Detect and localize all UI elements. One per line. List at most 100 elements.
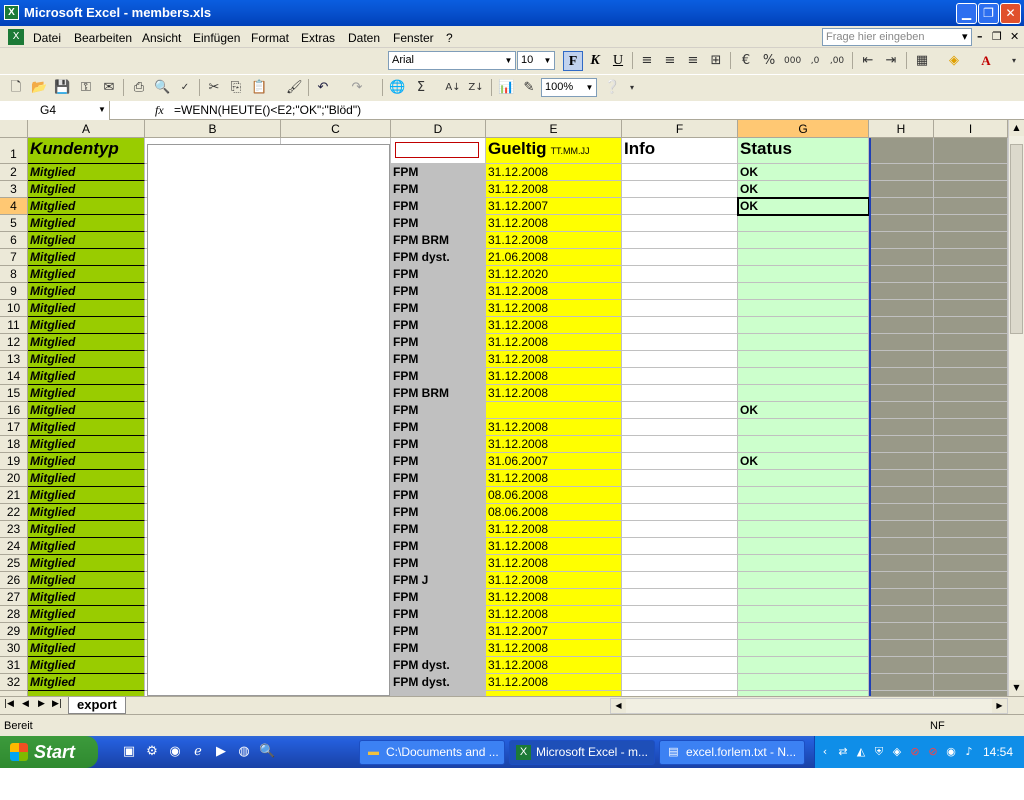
cell-mitgliedsart[interactable]: FPM dyst.	[391, 657, 486, 674]
cell-status[interactable]: OK	[738, 453, 869, 470]
cell-kundentyp[interactable]: Mitglied	[28, 181, 145, 198]
cell-mitgliedsart[interactable]: FPM	[391, 623, 486, 640]
row-header[interactable]: 4	[0, 198, 28, 215]
redo-icon[interactable]: ↷	[349, 80, 365, 96]
row-header[interactable]: 10	[0, 300, 28, 317]
format-painter-icon[interactable]: 🖌	[286, 80, 303, 96]
row-header[interactable]: 6	[0, 232, 28, 249]
cell-status[interactable]	[738, 572, 869, 589]
horizontal-scrollbar[interactable]: ◀ ▶	[610, 698, 1008, 714]
cell-i[interactable]	[934, 657, 1008, 674]
tray-alert-icon[interactable]: ⊘	[925, 744, 941, 760]
cell-mitgliedsart[interactable]: FPM	[391, 436, 486, 453]
cell-gueltig[interactable]: 31.12.2008	[486, 589, 622, 606]
cell-kundentyp[interactable]: Mitglied	[28, 402, 145, 419]
header-info[interactable]: Info	[622, 138, 738, 164]
header-gueltig[interactable]: Gueltig TT.MM.JJ	[486, 138, 622, 164]
row-header[interactable]: 23	[0, 521, 28, 538]
cell-kundentyp[interactable]: Mitglied	[28, 198, 145, 215]
cell-info[interactable]	[622, 317, 738, 334]
quicklaunch-picture-icon[interactable]: ▣	[121, 744, 137, 760]
row-header[interactable]: 31	[0, 657, 28, 674]
autosum-icon[interactable]: Σ	[413, 80, 429, 96]
cell-gueltig[interactable]: 08.06.2008	[486, 504, 622, 521]
cell-h[interactable]	[869, 249, 934, 266]
email-icon[interactable]: ✉	[101, 80, 117, 96]
cell-mitgliedsart[interactable]: FPM dyst.	[391, 674, 486, 691]
cell-info[interactable]	[622, 453, 738, 470]
row-header[interactable]: 2	[0, 164, 28, 181]
cell-status[interactable]	[738, 385, 869, 402]
cell-gueltig[interactable]: 31.12.2008	[486, 436, 622, 453]
underline-button[interactable]: U	[608, 51, 628, 71]
fill-color-icon[interactable]: ◈	[946, 53, 962, 69]
align-center-icon[interactable]: ≡	[662, 53, 678, 69]
cell-gueltig[interactable]: 31.12.2020	[486, 266, 622, 283]
column-header-i[interactable]: I	[934, 120, 1008, 138]
align-right-icon[interactable]: ≡	[685, 53, 701, 69]
cell-status[interactable]	[738, 674, 869, 691]
cell-h[interactable]	[869, 504, 934, 521]
shield-icon[interactable]: ⛨	[871, 744, 887, 760]
cell-status[interactable]	[738, 521, 869, 538]
start-button[interactable]: Start	[0, 736, 98, 768]
cell-i[interactable]	[934, 368, 1008, 385]
cell-info[interactable]	[622, 589, 738, 606]
cell-info[interactable]	[622, 436, 738, 453]
row-header[interactable]: 16	[0, 402, 28, 419]
cell-h[interactable]	[869, 487, 934, 504]
cell-i[interactable]	[934, 232, 1008, 249]
row-header[interactable]: 15	[0, 385, 28, 402]
cell-h[interactable]	[869, 164, 934, 181]
currency-icon[interactable]: €	[738, 53, 754, 69]
cell-info[interactable]	[622, 470, 738, 487]
cell-gueltig[interactable]: 31.12.2008	[486, 419, 622, 436]
antivirus-icon[interactable]: ⊘	[907, 744, 923, 760]
cell-i[interactable]	[934, 504, 1008, 521]
row-header[interactable]: 19	[0, 453, 28, 470]
cell-status[interactable]	[738, 419, 869, 436]
cell-status[interactable]	[738, 555, 869, 572]
row-header[interactable]: 14	[0, 368, 28, 385]
toolbar-options-icon[interactable]: ▾	[624, 80, 640, 96]
cell-h[interactable]	[869, 572, 934, 589]
menu-einfuegen[interactable]: Einfügen	[193, 31, 240, 45]
cell-h[interactable]	[869, 606, 934, 623]
quicklaunch-media-icon[interactable]: ◉	[167, 744, 183, 760]
percent-icon[interactable]: %	[761, 53, 777, 69]
cell-i[interactable]	[934, 589, 1008, 606]
row-header[interactable]: 1	[0, 138, 28, 164]
cell-h[interactable]	[869, 198, 934, 215]
cell-status[interactable]	[738, 589, 869, 606]
cell-kundentyp[interactable]: Mitglied	[28, 470, 145, 487]
column-header-d[interactable]: D	[391, 120, 486, 138]
header-cell-h[interactable]	[869, 138, 934, 164]
permission-icon[interactable]: ⚿	[78, 80, 94, 96]
name-box[interactable]: G4 ▼	[0, 101, 110, 120]
cell-mitgliedsart[interactable]: FPM	[391, 487, 486, 504]
cell-kundentyp[interactable]: Mitglied	[28, 164, 145, 181]
column-header-e[interactable]: E	[486, 120, 622, 138]
cell-gueltig[interactable]: 31.12.2008	[486, 470, 622, 487]
cell-i[interactable]	[934, 419, 1008, 436]
cell-i[interactable]	[934, 521, 1008, 538]
cell-h[interactable]	[869, 640, 934, 657]
cell-h[interactable]	[869, 674, 934, 691]
font-color-icon[interactable]: A	[978, 53, 994, 69]
cell-h[interactable]	[869, 232, 934, 249]
cell-status[interactable]	[738, 351, 869, 368]
cell-h[interactable]	[869, 436, 934, 453]
vertical-scrollbar[interactable]: ▲ ▼	[1008, 120, 1024, 696]
cell-status[interactable]	[738, 266, 869, 283]
cell-status[interactable]	[738, 249, 869, 266]
cell-info[interactable]	[622, 181, 738, 198]
row-header[interactable]: 32	[0, 674, 28, 691]
tray-app3-icon[interactable]: ◉	[943, 744, 959, 760]
cell-status[interactable]	[738, 538, 869, 555]
cell-mitgliedsart[interactable]: FPM	[391, 402, 486, 419]
insert-function-icon[interactable]: fx	[155, 103, 164, 118]
cell-info[interactable]	[622, 657, 738, 674]
cell-i[interactable]	[934, 215, 1008, 232]
cell-mitgliedsart[interactable]: FPM	[391, 334, 486, 351]
cell-mitgliedsart[interactable]: FPM	[391, 300, 486, 317]
